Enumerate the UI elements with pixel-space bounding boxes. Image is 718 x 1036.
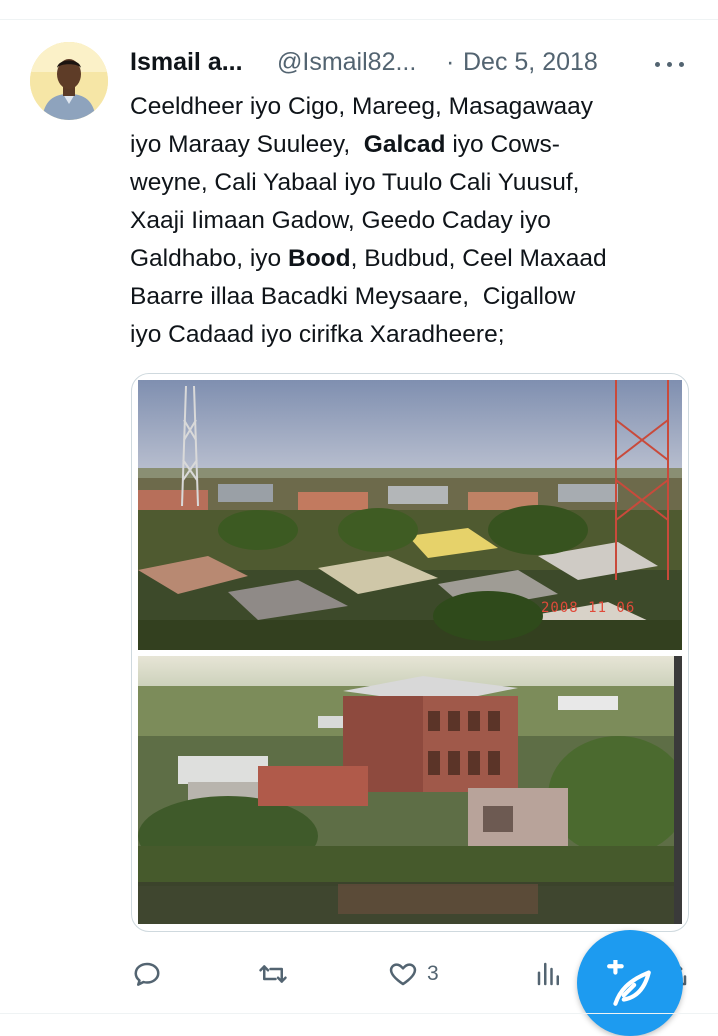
tweet-text-line: iyo Maraay Suuleey, Galcad iyo Cows- (130, 131, 560, 158)
more-options-icon[interactable] (653, 54, 687, 74)
tweet-text-line: weyne, Cali Yabaal iyo Tuulo Cali Yuusuf… (130, 169, 580, 196)
tweet-media[interactable]: 2008 11 06 (131, 373, 689, 932)
heart-icon (389, 963, 417, 986)
top-divider (0, 19, 718, 20)
bottom-divider (0, 1013, 718, 1014)
tweet-header: Ismail a... @Ismail82... · Dec 5, 2018 (130, 44, 690, 84)
like-count: 3 (427, 962, 439, 985)
views-button[interactable] (534, 956, 564, 992)
reply-button[interactable] (132, 956, 162, 992)
bold-place-bood: Bood (288, 245, 351, 272)
tweet-date[interactable]: Dec 5, 2018 (463, 48, 598, 77)
bold-place-galcad: Galcad (363, 131, 446, 158)
retweet-button[interactable] (258, 956, 288, 992)
compose-feather-icon (607, 960, 651, 1006)
author-handle[interactable]: @Ismail82... (277, 48, 416, 77)
tweet-text-line: Galdhabo, iyo Bood, Budbud, Ceel Maxaad (130, 245, 607, 272)
tweet-text-line: Xaaji Iimaan Gadow, Geedo Caday iyo (130, 207, 551, 234)
retweet-icon (259, 965, 287, 983)
separator-dot: · (446, 48, 455, 76)
reply-icon (134, 962, 160, 986)
like-button[interactable]: 3 (388, 956, 439, 992)
tweet-text-line: Ceeldheer iyo Cigo, Mareeg, Masagawaay (130, 93, 594, 120)
compose-button[interactable] (577, 930, 683, 1036)
author-name[interactable]: Ismail a... (130, 48, 243, 77)
avatar-image (30, 42, 108, 120)
tweet-text: Ceeldheer iyo Cigo, Mareeg, Masagawaay i… (130, 88, 690, 354)
town-rooftops-photo[interactable]: 2008 11 06 (138, 380, 682, 650)
tweet-text-line: Baarre illaa Bacadki Meysaare, Cigallow (130, 283, 576, 310)
avatar[interactable] (30, 42, 108, 120)
photo-date-stamp: 2008 11 06 (541, 600, 636, 616)
tweet-text-line: iyo Cadaad iyo cirifka Xaradheere; (130, 321, 505, 348)
house-photo[interactable] (138, 656, 682, 924)
views-bar-icon (537, 962, 559, 986)
